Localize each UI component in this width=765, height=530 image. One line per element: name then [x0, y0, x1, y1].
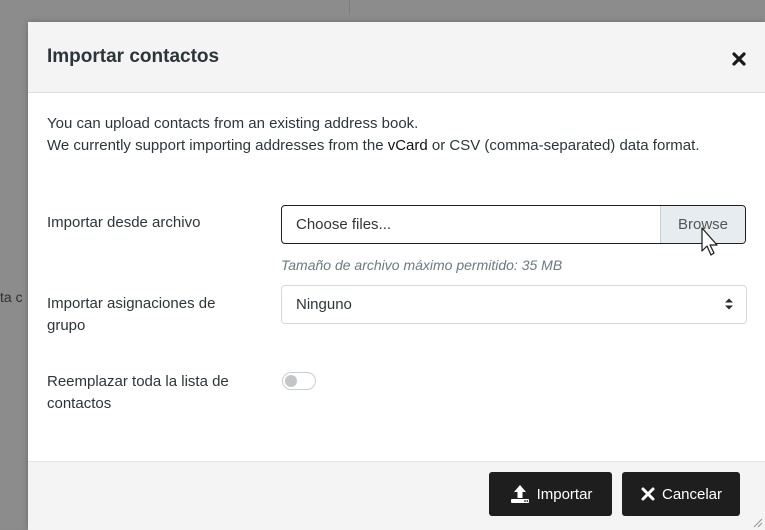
replace-label: Reemplazar toda la lista de contactos: [47, 373, 229, 412]
intro-line-2-end: or CSV (comma-separated) data format.: [427, 137, 700, 154]
intro-line-2: We currently support importing addresses…: [47, 135, 747, 157]
background-divider: [349, 0, 350, 14]
cancel-button-label: Cancelar: [661, 485, 723, 503]
intro-text: You can upload contacts from an existing…: [47, 113, 747, 157]
group-label: Importar asignaciones de grupo: [47, 295, 216, 334]
file-input[interactable]: Choose files... Browse: [281, 205, 746, 244]
background-partial-text: ta c: [0, 289, 23, 305]
group-select[interactable]: Ninguno: [281, 285, 747, 324]
import-button-label: Importar: [536, 485, 593, 503]
upload-icon: [510, 485, 529, 503]
import-contacts-dialog: Importar contactos You can upload contac…: [28, 22, 765, 530]
replace-toggle[interactable]: [282, 372, 316, 390]
intro-line-1: You can upload contacts from an existing…: [47, 115, 419, 132]
close-button[interactable]: [725, 42, 755, 72]
group-select-value: Ninguno: [296, 296, 352, 313]
file-placeholder: Choose files...: [296, 216, 392, 233]
file-label: Importar desde archivo: [47, 214, 201, 231]
close-icon: [732, 52, 746, 66]
intro-line-2-start: We currently support importing addresses…: [47, 137, 388, 154]
dialog-title: Importar contactos: [47, 46, 220, 67]
mouse-pointer-icon: [701, 227, 718, 256]
dialog-footer: Importar Cancelar: [28, 461, 765, 530]
file-size-hint: Tamaño de archivo máximo permitido: 35 M…: [281, 257, 563, 273]
vcard-term: vCard: [387, 137, 428, 154]
cancel-button[interactable]: Cancelar: [622, 472, 740, 516]
import-button[interactable]: Importar: [489, 472, 612, 516]
dialog-header: Importar contactos: [28, 22, 765, 93]
resize-grip-icon[interactable]: [751, 516, 763, 528]
close-icon: [641, 487, 655, 501]
select-caret-icon: [725, 298, 733, 310]
toggle-knob: [285, 375, 297, 387]
